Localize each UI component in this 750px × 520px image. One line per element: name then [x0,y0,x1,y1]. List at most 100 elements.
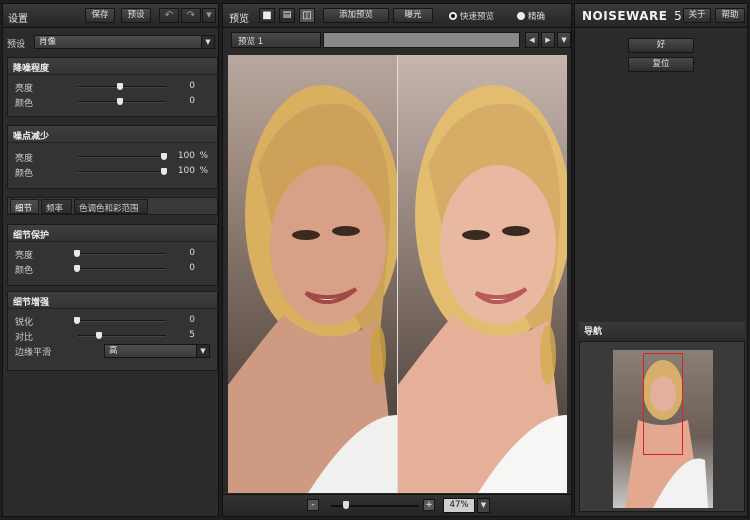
radio-icon [517,12,525,20]
single-view-icon[interactable]: ■ [259,8,275,23]
noise-level-luma-row: 亮度 0 [8,79,217,94]
undo-icon[interactable]: ↶ [159,8,179,23]
about-button[interactable]: 关于 [683,8,711,23]
radio-selected-icon [449,12,457,20]
zoom-chevron-icon[interactable]: ▼ [477,498,490,513]
preview-after-image[interactable] [398,55,567,493]
fast-preview-label: 快速预览 [460,12,495,22]
slider-value: 0 [189,81,195,91]
save-button[interactable]: 保存 [85,8,115,23]
slider-label: 锐化 [15,318,34,328]
slider-track[interactable] [78,320,166,322]
settings-toolbar: 设置 保存 预设 ↶ ↷ ▼ [3,4,218,28]
preset-label: 预设 [7,40,26,50]
preview-tab-1[interactable]: 预览 1 [231,32,321,48]
slider-value: 100 [177,151,195,161]
split-vertical-icon[interactable]: ◫ [299,8,315,23]
redo-icon[interactable]: ↷ [181,8,201,23]
detail-enhance-title: 细节增强 [8,292,217,309]
precise-radio[interactable]: 精确 [517,10,545,22]
settings-panel: 设置 保存 预设 ↶ ↷ ▼ 预设 肖像 ▼ 降噪程度 亮度 0 颜色 0 噪点… [2,3,219,517]
slider-track[interactable] [78,335,166,337]
slider-label: 亮度 [15,154,34,164]
settings-title: 设置 [8,14,28,25]
slider-unit: % [199,151,208,161]
navigator-viewport-rect[interactable] [643,353,683,455]
noise-level-color-row: 颜色 0 [8,94,217,109]
tab-next-icon[interactable]: ▶ [541,32,555,48]
noise-level-title: 降噪程度 [8,58,217,75]
preset-button[interactable]: 预设 [121,8,151,23]
slider-value: 0 [189,96,195,106]
slider-handle[interactable] [161,168,167,175]
slider-track[interactable] [78,268,166,270]
slider-track[interactable] [78,156,166,158]
menu-chevron-icon[interactable]: ▼ [202,8,216,23]
edge-smooth-label: 边缘平滑 [15,348,52,358]
detail-tabs: 细节 频率 色调色和彩范围 [7,197,218,215]
slider-handle[interactable] [96,332,102,339]
slider-label: 颜色 [15,169,34,179]
slider-unit: % [199,166,208,176]
app-logo: NOISEWARE 5 [582,9,682,23]
noise-reduction-luma-row: 亮度 100 % [8,149,217,164]
portrait-before-graphic [228,85,397,493]
zoom-out-button[interactable]: - [307,499,319,511]
slider-track[interactable] [78,253,166,255]
logo-text: NOISEWARE [582,9,668,23]
split-horizontal-icon[interactable]: ▤ [279,8,295,23]
preset-select[interactable]: 肖像 ▼ [34,35,215,49]
tab-menu-icon[interactable]: ▼ [557,32,571,48]
tab-detail[interactable]: 细节 [10,199,39,214]
app-panel: NOISEWARE 5 关于 帮助 好 复位 导航 [574,3,748,517]
detail-protection-title: 细节保护 [8,225,217,242]
noise-reduction-group: 噪点减少 亮度 100 % 颜色 100 % [7,125,218,189]
noise-level-group: 降噪程度 亮度 0 颜色 0 [7,57,218,117]
help-button[interactable]: 帮助 [715,8,745,23]
slider-handle[interactable] [117,98,123,105]
exposure-button[interactable]: 曝光 [393,8,433,23]
slider-value: 0 [189,315,195,325]
slider-handle[interactable] [161,153,167,160]
tab-frequency[interactable]: 频率 [41,199,72,214]
add-preview-button[interactable]: 添加预览 [323,8,389,23]
navigator-panel [579,341,745,512]
zoom-value[interactable]: 47% [443,498,475,513]
preview-panel: 预览 ■ ▤ ◫ 添加预览 曝光 快速预览 精确 预览 1 ◀ ▶ ▼ - + … [222,3,572,517]
chevron-down-icon: ▼ [201,36,214,48]
app-toolbar: NOISEWARE 5 关于 帮助 [575,4,747,28]
slider-handle[interactable] [117,83,123,90]
preview-before-image[interactable] [228,55,397,493]
contrast-row: 对比 5 [8,328,217,343]
slider-value: 100 [177,166,195,176]
zoom-in-button[interactable]: + [423,499,435,511]
precise-label: 精确 [528,12,546,22]
edge-smooth-select[interactable]: 高 ▼ [104,344,210,358]
preset-select-value: 肖像 [39,37,57,47]
detail-protection-luma-row: 亮度 0 [8,246,217,261]
sharpen-row: 锐化 0 [8,313,217,328]
slider-label: 颜色 [15,266,34,276]
preview-title: 预览 [229,14,249,25]
preset-row: 预设 肖像 ▼ [3,32,218,52]
slider-track[interactable] [78,171,166,173]
slider-handle[interactable] [74,250,80,257]
chevron-down-icon: ▼ [196,345,209,357]
zoom-slider-handle[interactable] [343,501,349,509]
reset-button[interactable]: 复位 [628,57,694,72]
slider-label: 对比 [15,333,34,343]
detail-protection-color-row: 颜色 0 [8,261,217,276]
tab-prev-icon[interactable]: ◀ [525,32,539,48]
slider-handle[interactable] [74,265,80,272]
portrait-after-graphic [398,85,567,493]
slider-handle[interactable] [74,317,80,324]
slider-value: 5 [189,330,195,340]
slider-label: 亮度 [15,84,34,94]
navigator-thumbnail[interactable] [613,350,713,508]
zoom-bar: - + 47% ▼ [223,494,571,516]
ok-button[interactable]: 好 [628,38,694,53]
logo-version: 5 [674,9,683,23]
tab-color-range[interactable]: 色调色和彩范围 [74,199,148,214]
preview-tab-strip [323,32,520,48]
fast-preview-radio[interactable]: 快速预览 [449,10,494,22]
